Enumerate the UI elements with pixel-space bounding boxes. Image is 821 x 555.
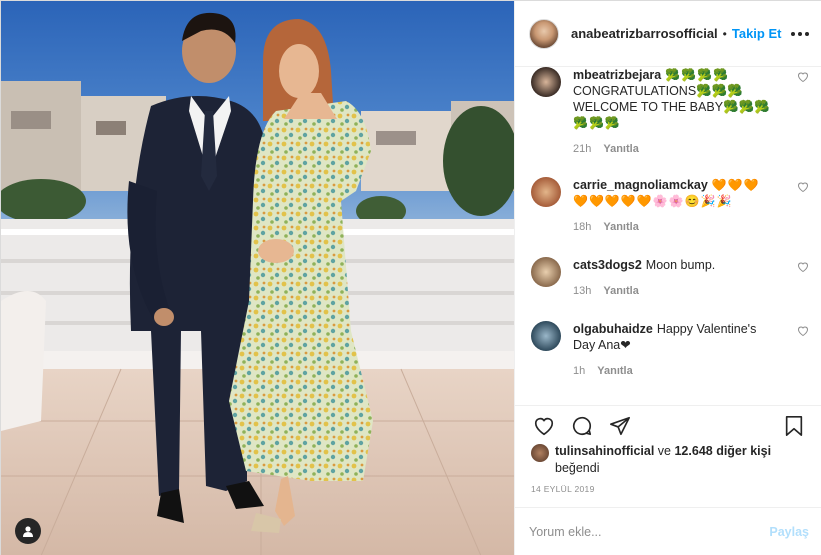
comment-text: 🥦🥦🥦: [573, 116, 621, 130]
comment-body: cats3dogs2 Moon bump. 13h Yanıtla: [573, 257, 813, 299]
user-tag-icon[interactable]: [15, 518, 41, 544]
comment-item: carrie_magnoliamckay 🧡🧡🧡 🧡🧡🧡🧡🧡🌸🌸😊🎉🎉 18h Y…: [531, 177, 813, 235]
post-comment-button[interactable]: Paylaş: [769, 525, 809, 539]
comment-item: cats3dogs2 Moon bump. 13h Yanıtla: [531, 257, 813, 299]
likes-verb: beğendi: [555, 461, 600, 475]
more-options-icon[interactable]: [789, 24, 811, 44]
comment-meta: 13h Yanıtla: [573, 283, 787, 299]
comment-text: Moon bump.: [645, 258, 716, 272]
comment-username[interactable]: cats3dogs2: [573, 258, 642, 272]
commenter-avatar[interactable]: [531, 177, 561, 207]
likes-count[interactable]: 12.648 diğer kişi: [674, 444, 771, 458]
comment-text: Happy Valentine's: [656, 322, 757, 336]
comment-item: olgabuhaidze Happy Valentine's Day Ana❤ 1…: [531, 321, 813, 379]
share-icon[interactable]: [608, 414, 632, 438]
comment-time: 21h: [573, 143, 592, 155]
likes-text: tulinsahinofficial ve 12.648 diğer kişi …: [555, 443, 771, 477]
comment-meta: 1h Yanıtla: [573, 363, 787, 379]
instagram-post-view: anabeatrizbarrosofficial • Takip Et mbea…: [0, 0, 821, 555]
comment-text: Day Ana❤: [573, 338, 631, 352]
post-side-panel: anabeatrizbarrosofficial • Takip Et mbea…: [514, 1, 821, 555]
comment-text: 🥦🥦🥦🥦: [665, 68, 729, 82]
comment-body: olgabuhaidze Happy Valentine's Day Ana❤ 1…: [573, 321, 813, 379]
owner-avatar[interactable]: [529, 18, 559, 49]
post-header: anabeatrizbarrosofficial • Takip Et: [515, 1, 821, 67]
like-comment-icon[interactable]: [797, 261, 809, 273]
comment-input[interactable]: [529, 525, 770, 539]
commenter-avatar[interactable]: [531, 257, 561, 287]
comment-body: carrie_magnoliamckay 🧡🧡🧡 🧡🧡🧡🧡🧡🌸🌸😊🎉🎉 18h Y…: [573, 177, 813, 235]
add-comment-bar: Paylaş: [515, 507, 821, 555]
like-comment-icon[interactable]: [797, 325, 809, 337]
post-date[interactable]: 14 EYLÜL 2019: [531, 484, 595, 494]
comments-list[interactable]: mbeatrizbejara 🥦🥦🥦🥦 CONGRATULATIONS🥦🥦🥦 WE…: [515, 67, 821, 405]
comment-icon[interactable]: [570, 414, 594, 438]
reply-button[interactable]: Yanıtla: [597, 363, 632, 379]
comment-username[interactable]: carrie_magnoliamckay: [573, 178, 708, 192]
comment-username[interactable]: mbeatrizbejara: [573, 68, 661, 82]
liker-username[interactable]: tulinsahinofficial: [555, 444, 654, 458]
like-comment-icon[interactable]: [797, 181, 809, 193]
reply-button[interactable]: Yanıtla: [603, 141, 638, 157]
photo-scene: [1, 1, 514, 555]
likes-connector: ve: [657, 444, 671, 458]
post-actions: [515, 405, 821, 445]
comment-meta: 21h Yanıtla: [573, 141, 787, 157]
comment-item: mbeatrizbejara 🥦🥦🥦🥦 CONGRATULATIONS🥦🥦🥦 WE…: [531, 67, 813, 157]
reply-button[interactable]: Yanıtla: [603, 219, 638, 235]
commenter-avatar[interactable]: [531, 321, 561, 351]
like-comment-icon[interactable]: [797, 71, 809, 83]
comment-time: 18h: [573, 221, 592, 233]
save-icon[interactable]: [782, 414, 806, 438]
likes-summary: tulinsahinofficial ve 12.648 diğer kişi …: [531, 443, 811, 477]
comment-text: CONGRATULATIONS🥦🥦🥦: [573, 84, 743, 98]
follow-button[interactable]: Takip Et: [732, 26, 782, 41]
comment-text: 🧡🧡🧡🧡🧡🌸🌸😊🎉🎉: [573, 194, 733, 208]
reply-button[interactable]: Yanıtla: [603, 283, 638, 299]
comment-text: 🧡🧡🧡: [711, 178, 760, 192]
commenter-avatar[interactable]: [531, 67, 561, 97]
comment-body: mbeatrizbejara 🥦🥦🥦🥦 CONGRATULATIONS🥦🥦🥦 WE…: [573, 67, 813, 157]
liker-avatar[interactable]: [531, 444, 549, 462]
owner-username[interactable]: anabeatrizbarrosofficial: [571, 26, 718, 41]
comment-time: 1h: [573, 365, 586, 377]
post-photo[interactable]: [1, 1, 514, 555]
header-separator: •: [722, 26, 727, 41]
comment-time: 13h: [573, 285, 592, 297]
comment-username[interactable]: olgabuhaidze: [573, 322, 653, 336]
comment-meta: 18h Yanıtla: [573, 219, 787, 235]
heart-icon[interactable]: [532, 414, 556, 438]
comment-text: WELCOME TO THE BABY🥦🥦🥦: [573, 100, 770, 114]
